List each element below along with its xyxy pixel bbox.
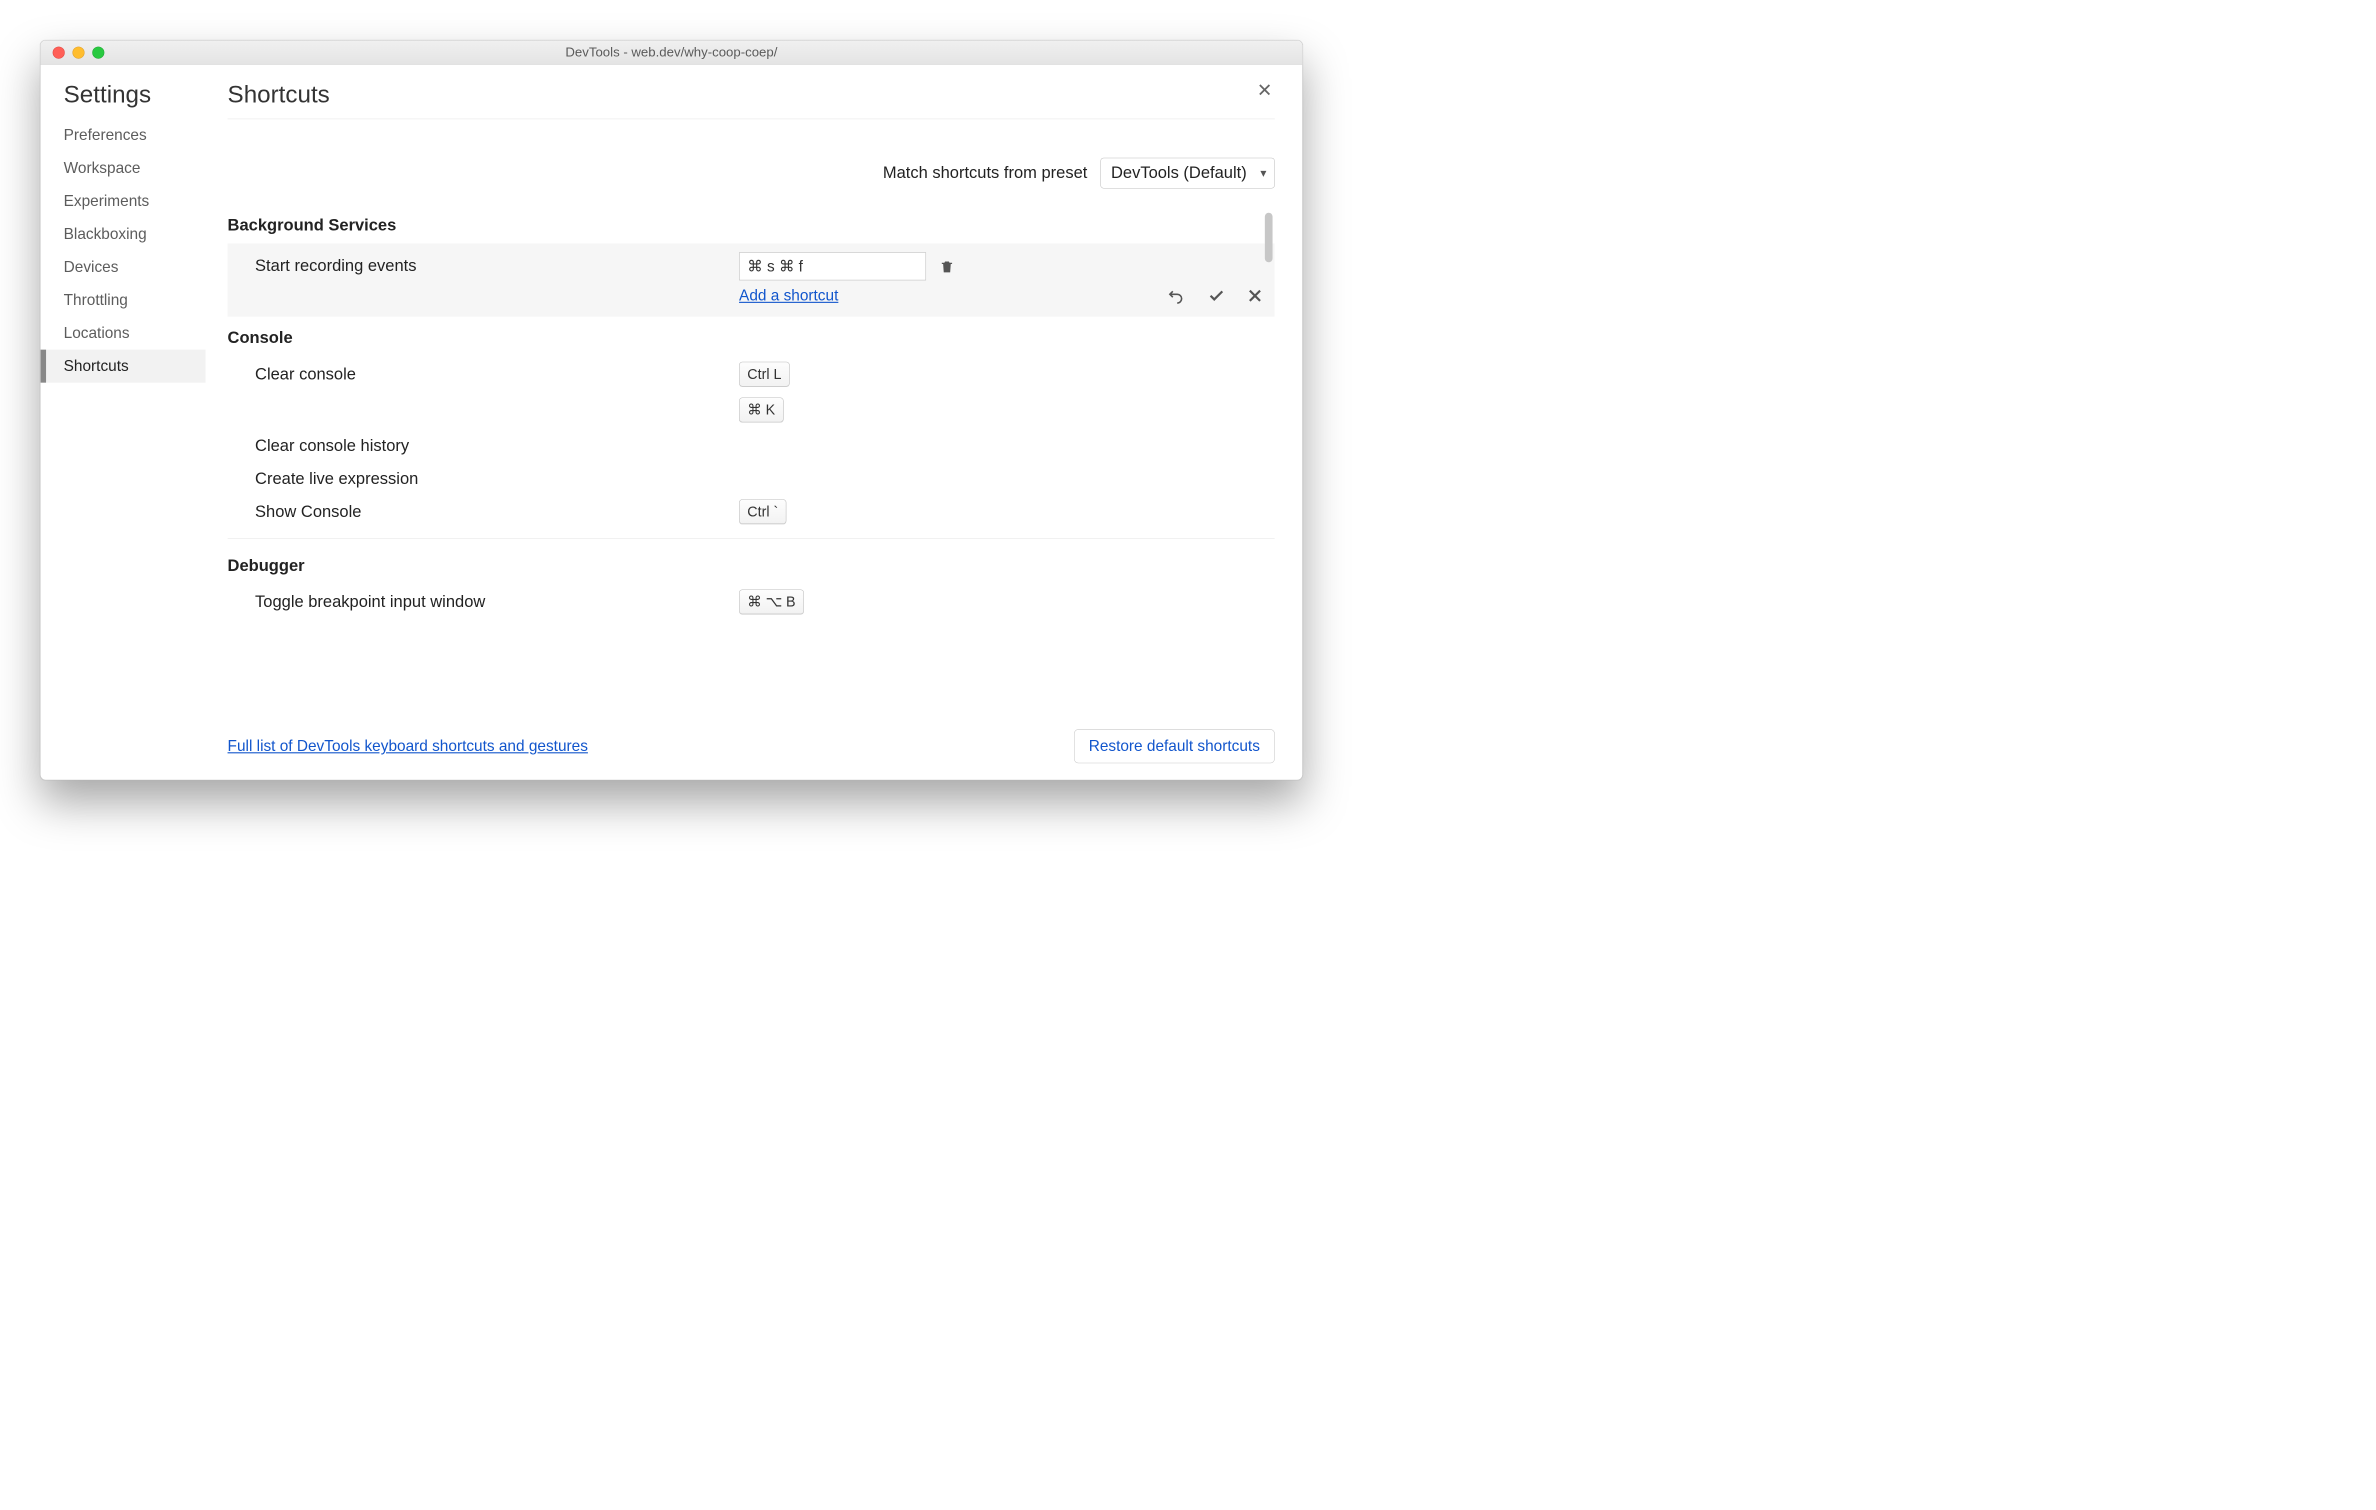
- main-panel: Shortcuts ✕ Match shortcuts from preset …: [206, 65, 1303, 780]
- preset-select[interactable]: DevTools (Default): [1101, 158, 1275, 189]
- app-window: DevTools - web.dev/why-coop-coep/ Settin…: [40, 40, 1303, 780]
- section-console: Console: [228, 317, 1275, 357]
- shortcut-editor: ⌘ s ⌘ f Add a shortcut: [739, 252, 1165, 304]
- shortcut-keys: Ctrl `: [739, 499, 1275, 524]
- sidebar-item-shortcuts[interactable]: Shortcuts: [41, 350, 206, 383]
- preset-value: DevTools (Default): [1111, 164, 1247, 182]
- key-chip: Ctrl L: [739, 362, 790, 387]
- sidebar-item-experiments[interactable]: Experiments: [41, 185, 206, 218]
- section-background-services: Background Services: [228, 211, 1275, 244]
- add-shortcut-link[interactable]: Add a shortcut: [739, 287, 838, 305]
- key-chip: ⌘ ⌥ B: [739, 589, 804, 614]
- confirm-icon[interactable]: [1207, 287, 1227, 305]
- shortcut-row[interactable]: Toggle breakpoint input window ⌘ ⌥ B: [228, 584, 1275, 620]
- shortcut-label: Clear console history: [255, 433, 739, 455]
- trash-icon[interactable]: [939, 258, 954, 275]
- shortcut-keys: Ctrl L ⌘ K: [739, 362, 1275, 423]
- shortcut-input[interactable]: ⌘ s ⌘ f: [739, 252, 926, 280]
- section-debugger: Debugger: [228, 551, 1275, 584]
- editing-actions: [1165, 270, 1264, 304]
- shortcut-row[interactable]: Clear console history: [228, 428, 1275, 461]
- settings-sidebar: Settings Preferences Workspace Experimen…: [41, 65, 206, 780]
- shortcut-label: Create live expression: [255, 466, 739, 488]
- content-area: Settings Preferences Workspace Experimen…: [41, 65, 1303, 780]
- shortcut-row-editing: Start recording events ⌘ s ⌘ f Add a sho…: [228, 244, 1275, 317]
- footer: Full list of DevTools keyboard shortcuts…: [228, 715, 1275, 763]
- shortcut-row[interactable]: Show Console Ctrl `: [228, 494, 1275, 530]
- sidebar-item-locations[interactable]: Locations: [41, 317, 206, 350]
- shortcut-label: Toggle breakpoint input window: [255, 589, 739, 611]
- titlebar: DevTools - web.dev/why-coop-coep/: [41, 41, 1303, 65]
- page-header: Shortcuts ✕: [228, 81, 1275, 119]
- shortcut-label: Show Console: [255, 499, 739, 521]
- shortcut-row[interactable]: Clear console Ctrl L ⌘ K: [228, 356, 1275, 428]
- shortcut-label: Clear console: [255, 362, 739, 384]
- key-chip: Ctrl `: [739, 499, 786, 524]
- scrollbar-thumb[interactable]: [1265, 213, 1273, 263]
- sidebar-item-preferences[interactable]: Preferences: [41, 119, 206, 152]
- sidebar-item-blackboxing[interactable]: Blackboxing: [41, 218, 206, 251]
- key-chip: ⌘ K: [739, 398, 783, 423]
- preset-label: Match shortcuts from preset: [883, 164, 1087, 183]
- shortcut-keys: ⌘ ⌥ B: [739, 589, 1275, 614]
- sidebar-item-workspace[interactable]: Workspace: [41, 152, 206, 185]
- full-list-link[interactable]: Full list of DevTools keyboard shortcuts…: [228, 737, 588, 755]
- shortcut-list: Background Services Start recording even…: [228, 211, 1275, 716]
- shortcut-row[interactable]: Create live expression: [228, 461, 1275, 494]
- sidebar-item-devices[interactable]: Devices: [41, 251, 206, 284]
- shortcut-label: Start recording events: [255, 252, 739, 275]
- page-title: Shortcuts: [228, 81, 330, 109]
- undo-icon[interactable]: [1165, 287, 1187, 305]
- close-panel-button[interactable]: ✕: [1255, 81, 1275, 100]
- sidebar-item-throttling[interactable]: Throttling: [41, 284, 206, 317]
- window-title: DevTools - web.dev/why-coop-coep/: [41, 45, 1303, 60]
- preset-row: Match shortcuts from preset DevTools (De…: [228, 119, 1275, 210]
- shortcut-input-line: ⌘ s ⌘ f: [739, 252, 955, 280]
- section-divider: [228, 538, 1275, 539]
- restore-defaults-button[interactable]: Restore default shortcuts: [1074, 729, 1275, 763]
- sidebar-title: Settings: [41, 81, 206, 118]
- cancel-icon[interactable]: [1246, 287, 1264, 305]
